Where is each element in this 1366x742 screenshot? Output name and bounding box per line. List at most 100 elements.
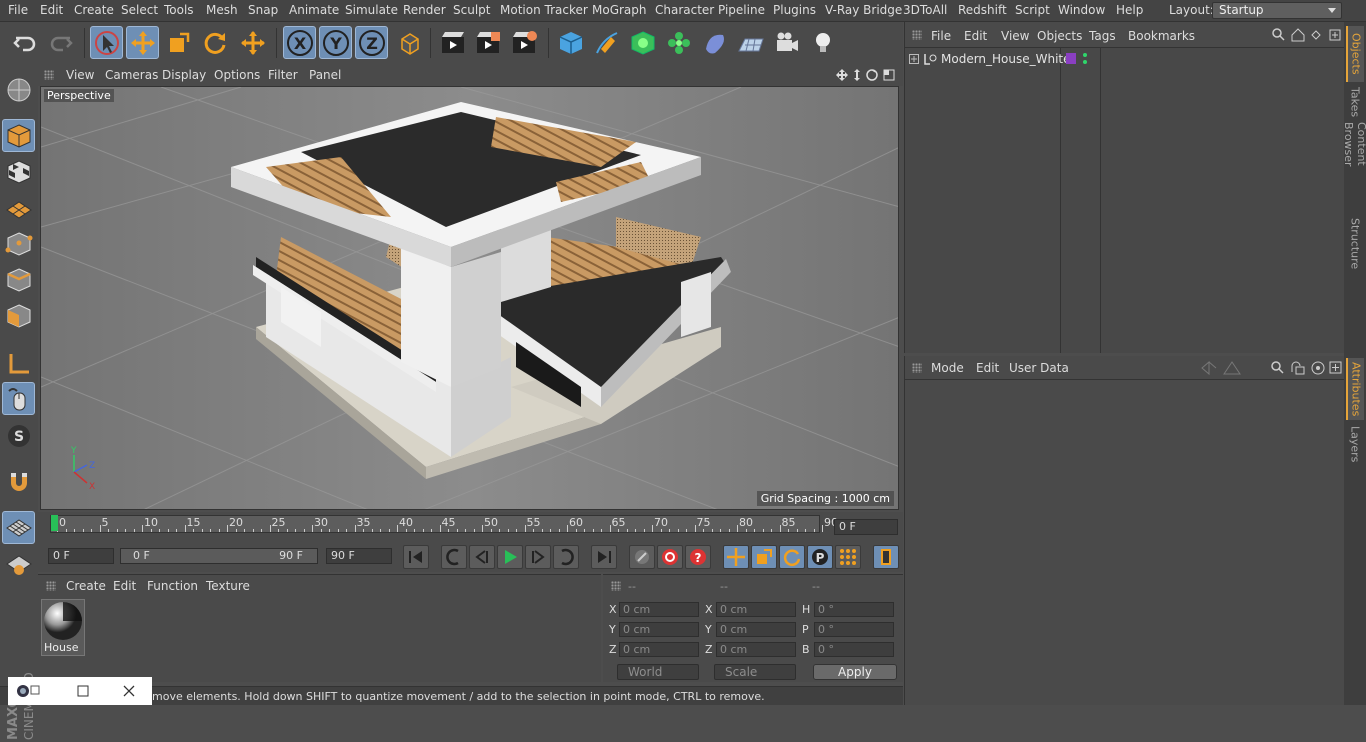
previous-key-icon[interactable] [441, 545, 467, 569]
playhead[interactable] [51, 515, 58, 531]
polygons-mode-icon[interactable] [2, 299, 35, 332]
workplane-icon[interactable] [2, 191, 35, 224]
axis-icon[interactable] [2, 347, 35, 380]
maximize-icon[interactable] [76, 684, 90, 698]
material-menu-edit[interactable]: Edit [113, 579, 136, 593]
render-visibility-dot[interactable] [1083, 60, 1087, 64]
minimized-window[interactable] [8, 677, 152, 705]
y-axis-icon[interactable]: Y [319, 26, 352, 59]
record-keys-icon[interactable] [629, 545, 655, 569]
tab-objects[interactable]: Objects [1346, 26, 1364, 82]
object-manager-tools[interactable] [1272, 28, 1342, 42]
viewport-menu-options[interactable]: Options [214, 68, 260, 82]
x-axis-icon[interactable]: X [283, 26, 316, 59]
timeline-window-icon[interactable] [873, 545, 899, 569]
viewport-menu-filter[interactable]: Filter [268, 68, 298, 82]
rotation-p-field[interactable]: 0 ° [814, 622, 894, 637]
viewport-menu-cameras[interactable]: Cameras [105, 68, 158, 82]
menu-3dtoall[interactable]: 3DToAll [903, 3, 947, 17]
z-axis-icon[interactable]: Z [355, 26, 388, 59]
pen-icon[interactable] [590, 26, 623, 59]
menu-mograph[interactable]: MoGraph [592, 3, 647, 17]
move-icon[interactable] [126, 26, 159, 59]
object-name[interactable]: Modern_House_White [941, 52, 1071, 66]
keyframe-selection-icon[interactable]: ? [685, 545, 711, 569]
menu-snap[interactable]: Snap [248, 3, 278, 17]
menu-edit[interactable]: Edit [40, 3, 63, 17]
key-rotation-icon[interactable] [779, 545, 805, 569]
gripper-icon[interactable] [912, 363, 922, 373]
timeline-ruler[interactable]: 0 5 10 15 20 25 30 35 40 45 50 55 60 65 70 75 80 85 90 [50, 515, 838, 533]
objects-menu-view[interactable]: View [1001, 29, 1029, 43]
menu-mesh[interactable]: Mesh [206, 3, 238, 17]
objects-menu-tags[interactable]: Tags [1089, 29, 1116, 43]
position-y-field[interactable]: 0 cm [619, 622, 699, 637]
material-swatch[interactable]: House [41, 599, 85, 656]
timeline[interactable]: 0 5 10 15 20 25 30 35 40 45 50 55 60 65 70 75 80 85 90 0 F [38, 512, 903, 542]
3d-viewport[interactable]: Y Z X Perspective Grid Spacing : 1000 cm [40, 86, 899, 510]
select-icon[interactable] [90, 26, 123, 59]
go-to-start-icon[interactable] [403, 545, 429, 569]
solo-icon[interactable]: S [2, 419, 35, 452]
render-picture-viewer-icon[interactable] [471, 26, 504, 59]
cloner-icon[interactable] [662, 26, 695, 59]
model-mode-icon[interactable] [2, 119, 35, 152]
menu-script[interactable]: Script [1015, 3, 1050, 17]
key-position-icon[interactable] [723, 545, 749, 569]
menu-plugins[interactable]: Plugins [773, 3, 816, 17]
current-frame-field[interactable]: 0 F [834, 519, 898, 535]
menu-help[interactable]: Help [1116, 3, 1143, 17]
attribute-tools[interactable] [1200, 360, 1342, 376]
menu-tools[interactable]: Tools [164, 3, 194, 17]
tweak-icon[interactable] [2, 382, 35, 415]
objects-menu-bookmarks[interactable]: Bookmarks [1128, 29, 1195, 43]
size-z-field[interactable]: 0 cm [716, 642, 796, 657]
key-pla-icon[interactable] [835, 545, 861, 569]
material-menu-function[interactable]: Function [147, 579, 198, 593]
menu-motion-tracker[interactable]: Motion Tracker [500, 3, 588, 17]
make-editable-icon[interactable] [2, 73, 35, 106]
floor-icon[interactable] [734, 26, 767, 59]
attribute-menu-user-data[interactable]: User Data [1009, 361, 1069, 375]
tab-content-browser[interactable]: Content Browser [1342, 122, 1366, 212]
objects-menu-objects[interactable]: Objects [1037, 29, 1082, 43]
scale-icon[interactable] [162, 26, 195, 59]
key-parameter-icon[interactable]: P [807, 545, 833, 569]
attribute-menu-mode[interactable]: Mode [931, 361, 964, 375]
subdivision-icon[interactable] [626, 26, 659, 59]
camera-icon[interactable] [770, 26, 803, 59]
menu-pipeline[interactable]: Pipeline [718, 3, 765, 17]
menu-file[interactable]: File [8, 3, 28, 17]
menu-select[interactable]: Select [121, 3, 158, 17]
layout-select[interactable]: Startup [1212, 2, 1342, 19]
magnet-icon[interactable] [2, 465, 35, 498]
edges-mode-icon[interactable] [2, 263, 35, 296]
live-move-icon[interactable] [236, 26, 269, 59]
close-icon[interactable] [122, 684, 136, 698]
viewport-nav-icons[interactable] [835, 68, 899, 82]
material-menu-texture[interactable]: Texture [206, 579, 250, 593]
next-key-icon[interactable] [553, 545, 579, 569]
size-x-field[interactable]: 0 cm [716, 602, 796, 617]
viewport-menu-display[interactable]: Display [162, 68, 206, 82]
end-frame-field[interactable]: 90 F [326, 548, 392, 564]
menu-simulate[interactable]: Simulate [345, 3, 398, 17]
attribute-menu-edit[interactable]: Edit [976, 361, 999, 375]
auto-key-icon[interactable] [657, 545, 683, 569]
editor-visibility-dot[interactable] [1083, 53, 1087, 57]
object-row[interactable]: Modern_House_White [905, 50, 1345, 68]
undo-icon[interactable] [8, 26, 41, 59]
material-menu-create[interactable]: Create [66, 579, 106, 593]
gripper-icon[interactable] [46, 581, 56, 591]
menu-window[interactable]: Window [1058, 3, 1105, 17]
position-x-field[interactable]: 0 cm [619, 602, 699, 617]
rotation-b-field[interactable]: 0 ° [814, 642, 894, 657]
render-settings-icon[interactable] [507, 26, 540, 59]
menu-create[interactable]: Create [74, 3, 114, 17]
snap-grid-icon[interactable] [2, 511, 35, 544]
menu-animate[interactable]: Animate [289, 3, 339, 17]
menu-vray-bridge[interactable]: V-Ray Bridge [825, 3, 902, 17]
gripper-icon[interactable] [912, 30, 922, 40]
play-icon[interactable] [497, 545, 523, 569]
coordinate-system-icon[interactable] [393, 26, 426, 59]
